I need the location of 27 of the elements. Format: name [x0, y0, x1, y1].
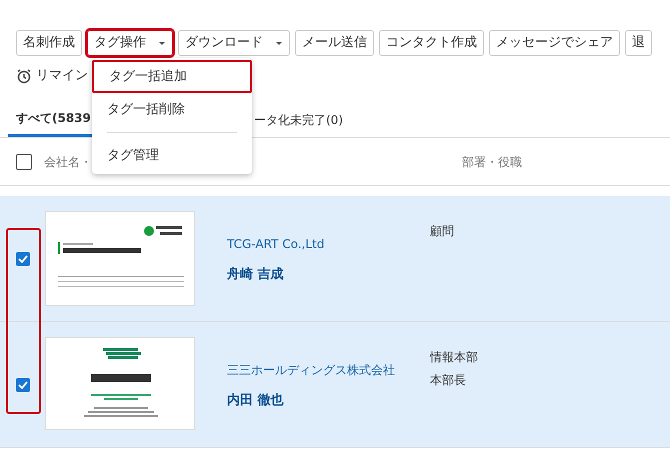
- toolbar-button[interactable]: コンタクト作成: [379, 30, 484, 56]
- toolbar-button[interactable]: メッセージでシェア: [489, 30, 620, 56]
- checkbox[interactable]: [16, 154, 32, 170]
- table-row[interactable]: 三三ホールディングス株式会社 内田 徹也 情報本部 本部長: [0, 322, 670, 448]
- toolbar-button[interactable]: 退: [625, 30, 652, 56]
- person-name[interactable]: 舟崎 吉成: [227, 265, 430, 284]
- company-link[interactable]: 三三ホールディングス株式会社: [227, 361, 430, 379]
- toolbar-button[interactable]: 名刺作成: [16, 30, 82, 56]
- column-header: 会社名・: [44, 154, 92, 168]
- department-text: 情報本部: [430, 349, 478, 366]
- caret-icon: [158, 40, 166, 46]
- company-link[interactable]: TCG-ART Co.,Ltd: [227, 235, 430, 253]
- person-name[interactable]: 内田 徹也: [227, 391, 430, 410]
- toolbar-button[interactable]: タグ操作: [87, 30, 173, 56]
- reminder-link[interactable]: リマイン: [36, 66, 88, 86]
- toolbar-button[interactable]: メール送信: [295, 30, 374, 56]
- checkbox[interactable]: [16, 378, 30, 392]
- department-text: 顧問: [430, 223, 454, 240]
- toolbar-button[interactable]: ダウンロード: [178, 30, 290, 56]
- column-header: 部署・役職: [462, 154, 522, 170]
- menu-item[interactable]: タグ管理: [92, 139, 252, 172]
- department-text: 本部長: [430, 372, 467, 389]
- checkbox[interactable]: [16, 252, 30, 266]
- caret-icon: [275, 40, 283, 46]
- alarm-clock-icon: [16, 68, 32, 84]
- table-row[interactable]: TCG-ART Co.,Ltd 舟崎 吉成 顧問: [0, 196, 670, 322]
- menu-item[interactable]: タグ一括追加: [92, 60, 252, 93]
